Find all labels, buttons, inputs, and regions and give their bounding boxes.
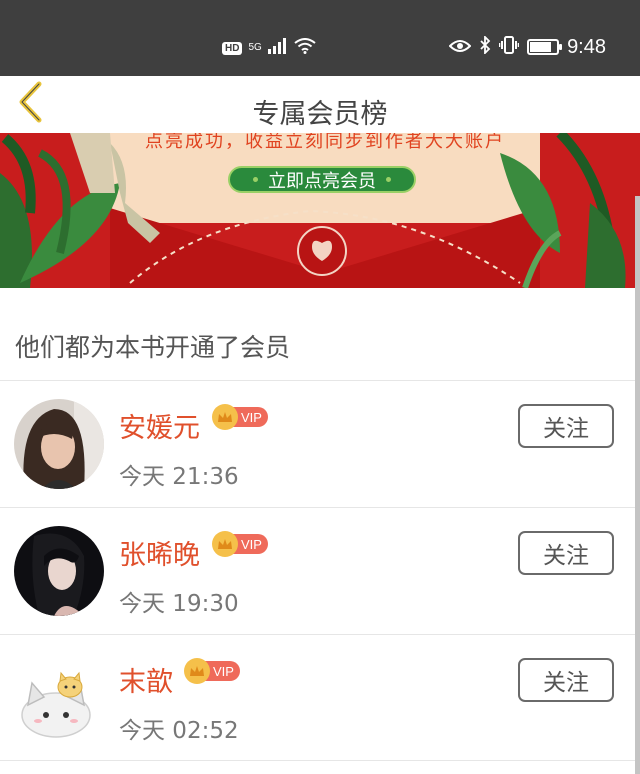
wifi-icon <box>294 38 316 58</box>
crown-icon <box>212 531 238 557</box>
follow-button[interactable]: 关注 <box>518 404 614 448</box>
member-row[interactable]: 末歆 VIP 今天 02:52 关注 <box>0 635 636 761</box>
member-time: 今天 02:52 <box>119 718 239 744</box>
banner-text: 点亮成功，收益立刻同步到作者大大账户 <box>145 133 505 152</box>
avatar[interactable] <box>14 399 104 489</box>
bluetooth-icon <box>479 34 491 58</box>
crown-icon <box>184 658 210 684</box>
promo-banner[interactable]: 点亮成功，收益立刻同步到作者大大账户 立即点亮会员 <box>0 133 640 288</box>
vibrate-icon <box>498 36 520 58</box>
signal-icon <box>267 38 288 58</box>
network-type: 5G <box>248 42 262 53</box>
status-clock: 9:48 <box>567 35 606 58</box>
member-row[interactable]: 安媛元 VIP 今天 21:36 关注 <box>0 381 636 507</box>
battery-icon <box>527 39 563 55</box>
member-time: 今天 19:30 <box>119 591 239 617</box>
vip-badge: VIP <box>212 404 268 430</box>
activate-vip-label: 立即点亮会员 <box>268 170 376 192</box>
eye-icon <box>448 38 472 57</box>
status-bar: HD 5G 9:48 <box>0 0 640 76</box>
member-name[interactable]: 安媛元 <box>119 406 200 445</box>
member-time: 今天 21:36 <box>119 464 239 490</box>
hd-icon: HD <box>222 41 243 55</box>
page-title: 专属会员榜 <box>252 99 388 130</box>
avatar[interactable] <box>14 526 104 616</box>
member-name[interactable]: 张晞晚 <box>119 533 200 572</box>
button-dot-right <box>386 177 391 182</box>
status-right: 9:48 <box>448 33 606 61</box>
section-title: 他们都为本书开通了会员 <box>15 333 291 362</box>
crown-icon <box>212 404 238 430</box>
scrollbar[interactable] <box>635 196 640 774</box>
banner-illustration <box>0 133 626 288</box>
status-left: HD 5G <box>222 34 316 62</box>
activate-vip-button[interactable]: 立即点亮会员 <box>228 166 416 193</box>
member-row[interactable]: 张晞晚 VIP 今天 19:30 关注 <box>0 508 636 634</box>
divider <box>0 760 636 761</box>
follow-button[interactable]: 关注 <box>518 658 614 702</box>
avatar[interactable] <box>14 653 104 743</box>
follow-button[interactable]: 关注 <box>518 531 614 575</box>
vip-badge: VIP <box>184 658 240 684</box>
vip-badge: VIP <box>212 531 268 557</box>
button-dot-left <box>253 177 258 182</box>
member-name[interactable]: 末歆 <box>119 660 173 699</box>
app-header: 专属会员榜 <box>0 76 640 133</box>
